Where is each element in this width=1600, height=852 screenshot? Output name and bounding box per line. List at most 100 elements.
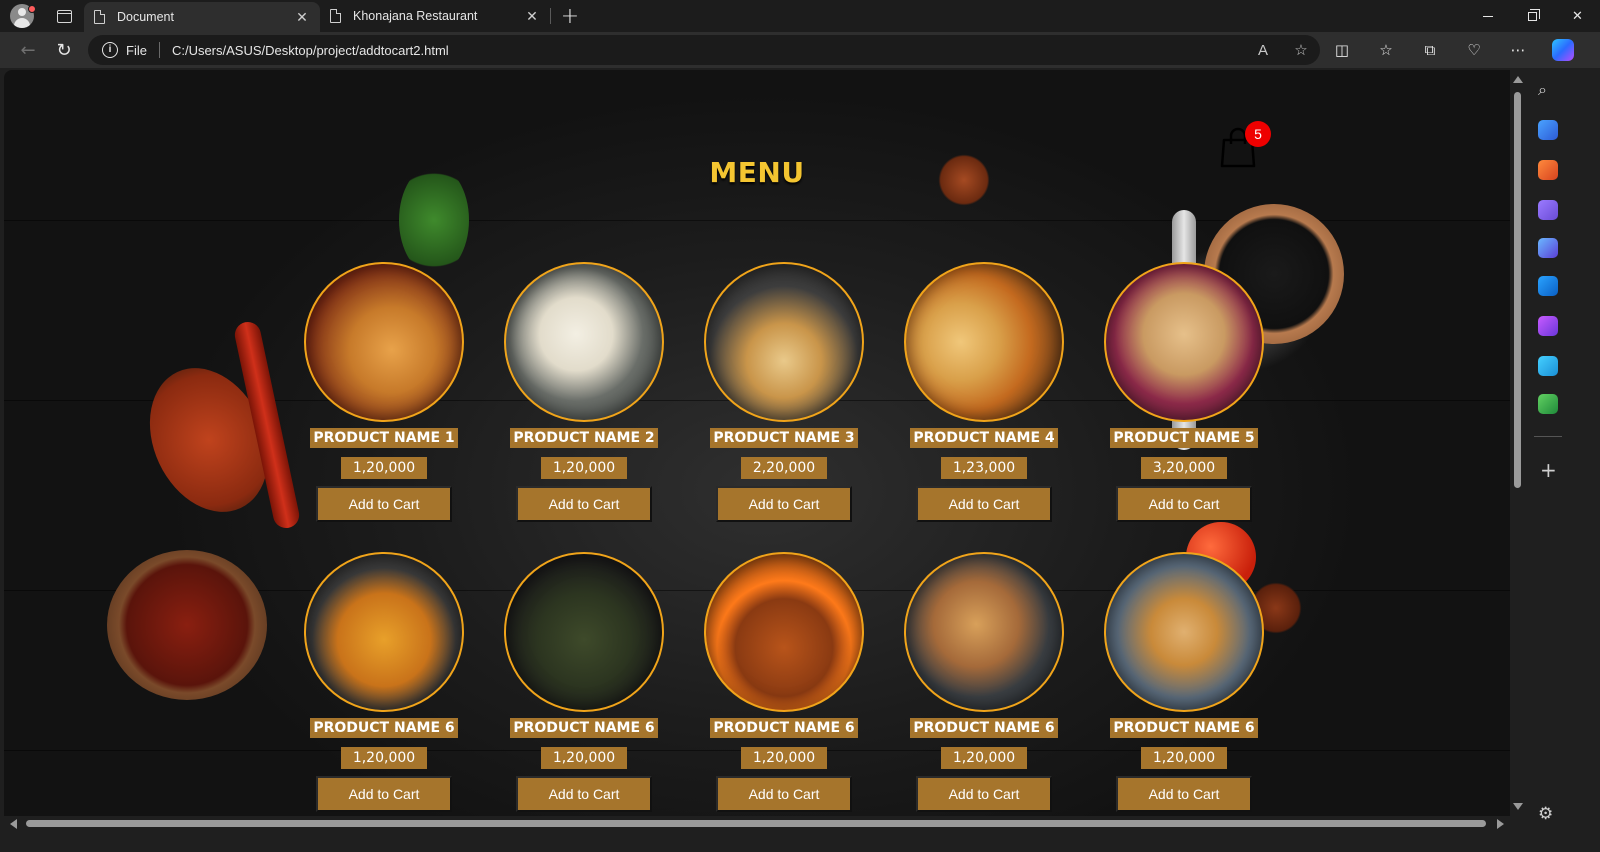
games-icon[interactable] xyxy=(1538,200,1558,220)
product-name: PRODUCT NAME 6 xyxy=(1110,718,1258,738)
close-window-button[interactable]: ✕ xyxy=(1555,0,1600,32)
scroll-left-icon[interactable] xyxy=(10,819,17,829)
add-to-cart-button[interactable]: Add to Cart xyxy=(316,776,452,812)
add-to-cart-button[interactable]: Add to Cart xyxy=(916,776,1052,812)
add-to-cart-button[interactable]: Add to Cart xyxy=(716,486,852,522)
page-icon xyxy=(330,8,342,23)
refresh-icon: ↻ xyxy=(56,39,72,61)
url-text[interactable]: C:/Users/ASUS/Desktop/project/addtocart2… xyxy=(172,43,1244,58)
tab-actions-button[interactable] xyxy=(44,0,84,32)
product-image xyxy=(904,262,1064,422)
horizontal-scrollbar[interactable] xyxy=(4,816,1510,832)
scheme-label: File xyxy=(126,42,147,58)
edge-sidebar: ⌕ + ⚙ xyxy=(1526,68,1600,852)
scroll-down-icon[interactable] xyxy=(1513,803,1523,810)
tree-icon[interactable] xyxy=(1538,394,1558,414)
address-divider xyxy=(158,42,160,58)
sidebar-divider xyxy=(1534,436,1562,437)
close-tab-icon[interactable]: ✕ xyxy=(294,9,310,25)
copilot-icon[interactable] xyxy=(1552,39,1574,61)
product-image xyxy=(704,262,864,422)
add-to-cart-button[interactable]: Add to Cart xyxy=(1116,776,1252,812)
favorite-star-icon[interactable]: ☆ xyxy=(1282,41,1320,59)
add-to-cart-button[interactable]: Add to Cart xyxy=(716,776,852,812)
minimize-button[interactable] xyxy=(1465,0,1510,32)
performance-icon[interactable]: ♡ xyxy=(1452,41,1496,59)
scroll-thumb[interactable] xyxy=(1514,92,1521,488)
scroll-up-icon[interactable] xyxy=(1513,76,1523,83)
page-viewport: MENU 5 PRODUCT NAME 1 1,20,000 Add to Ca… xyxy=(4,70,1510,816)
product-name: PRODUCT NAME 3 xyxy=(710,428,858,448)
vertical-scrollbar[interactable] xyxy=(1510,70,1526,816)
scroll-thumb[interactable] xyxy=(26,820,1486,827)
address-bar[interactable]: i File C:/Users/ASUS/Desktop/project/add… xyxy=(88,35,1320,65)
plus-icon: + xyxy=(560,3,580,29)
product-card: PRODUCT NAME 6 1,20,000 Add to Cart xyxy=(284,552,484,814)
back-button[interactable]: ← xyxy=(10,35,46,65)
window-controls: ✕ xyxy=(1465,0,1600,32)
profile-button[interactable] xyxy=(0,0,44,32)
split-screen-icon[interactable]: ◫ xyxy=(1320,41,1364,59)
favorites-icon[interactable]: ☆ xyxy=(1364,41,1408,59)
tab-actions-icon xyxy=(56,9,72,23)
product-grid: PRODUCT NAME 1 1,20,000 Add to Cart PROD… xyxy=(284,262,1284,814)
product-card: PRODUCT NAME 2 1,20,000 Add to Cart xyxy=(484,262,684,524)
close-tab-icon[interactable]: ✕ xyxy=(524,8,540,24)
add-to-cart-button[interactable]: Add to Cart xyxy=(1116,486,1252,522)
product-image xyxy=(904,552,1064,712)
page-icon xyxy=(94,9,106,24)
info-icon[interactable]: i xyxy=(102,42,118,58)
collections-icon[interactable]: ⧉ xyxy=(1408,41,1452,59)
address-toolbar: ← ↻ i File C:/Users/ASUS/Desktop/project… xyxy=(0,32,1600,68)
product-card: PRODUCT NAME 6 1,20,000 Add to Cart xyxy=(684,552,884,814)
new-tab-button[interactable]: + xyxy=(551,0,589,32)
cart-count-badge: 5 xyxy=(1245,121,1271,147)
outlook-icon[interactable] xyxy=(1538,276,1558,296)
search-icon[interactable]: ⌕ xyxy=(1538,80,1547,100)
tab-document[interactable]: Document ✕ xyxy=(84,2,320,32)
product-price: 2,20,000 xyxy=(741,457,827,479)
add-to-cart-button[interactable]: Add to Cart xyxy=(516,776,652,812)
product-image xyxy=(504,262,664,422)
shopping-tag-icon[interactable] xyxy=(1538,120,1558,140)
product-image xyxy=(304,552,464,712)
title-bar: Document ✕ Khonajana Restaurant ✕ + ✕ xyxy=(0,0,1600,32)
product-image xyxy=(504,552,664,712)
restore-icon xyxy=(1528,8,1540,21)
product-image xyxy=(704,552,864,712)
send-icon[interactable] xyxy=(1538,356,1558,376)
product-price: 1,20,000 xyxy=(741,747,827,769)
menu-title: MENU xyxy=(709,156,805,189)
minimize-icon xyxy=(1482,15,1493,17)
product-name: PRODUCT NAME 6 xyxy=(710,718,858,738)
product-card: PRODUCT NAME 5 3,20,000 Add to Cart xyxy=(1084,262,1284,524)
product-card: PRODUCT NAME 4 1,23,000 Add to Cart xyxy=(884,262,1084,524)
product-image xyxy=(1104,552,1264,712)
product-price: 1,20,000 xyxy=(341,457,427,479)
add-to-cart-button[interactable]: Add to Cart xyxy=(516,486,652,522)
add-to-cart-button[interactable]: Add to Cart xyxy=(916,486,1052,522)
add-icon[interactable]: + xyxy=(1540,458,1557,482)
restore-button[interactable] xyxy=(1510,0,1555,32)
tab-khonajana-restaurant[interactable]: Khonajana Restaurant ✕ xyxy=(320,0,550,32)
product-price: 1,20,000 xyxy=(1141,747,1227,769)
product-name: PRODUCT NAME 4 xyxy=(910,428,1058,448)
tools-icon[interactable] xyxy=(1538,160,1558,180)
settings-icon[interactable]: ⚙ xyxy=(1538,804,1553,824)
more-icon[interactable]: ⋯ xyxy=(1496,41,1540,59)
tab-title: Document xyxy=(117,10,174,24)
add-to-cart-button[interactable]: Add to Cart xyxy=(316,486,452,522)
product-name: PRODUCT NAME 5 xyxy=(1110,428,1258,448)
bing-chat-icon[interactable] xyxy=(1538,238,1558,258)
scroll-right-icon[interactable] xyxy=(1497,819,1504,829)
refresh-button[interactable]: ↻ xyxy=(46,35,82,65)
drop-icon[interactable] xyxy=(1538,316,1558,336)
product-card: PRODUCT NAME 6 1,20,000 Add to Cart xyxy=(484,552,684,814)
product-price: 1,20,000 xyxy=(541,457,627,479)
product-image xyxy=(1104,262,1264,422)
product-price: 1,20,000 xyxy=(341,747,427,769)
product-name: PRODUCT NAME 6 xyxy=(310,718,458,738)
read-aloud-icon[interactable]: A xyxy=(1244,42,1282,59)
product-name: PRODUCT NAME 6 xyxy=(910,718,1058,738)
back-icon: ← xyxy=(20,39,36,61)
